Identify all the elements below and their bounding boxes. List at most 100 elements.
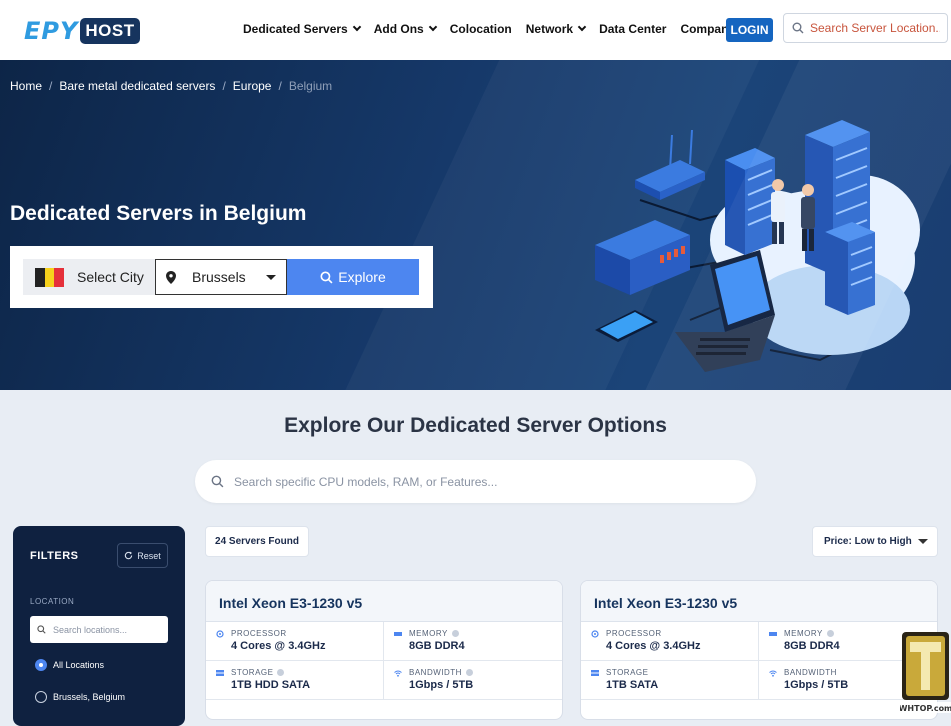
wifi-icon (394, 670, 402, 677)
nav-add-ons[interactable]: Add Ons (374, 22, 437, 36)
spec-label: BANDWIDTH (784, 668, 837, 677)
explore-button[interactable]: Explore (287, 259, 419, 295)
sort-dropdown[interactable]: Price: Low to High (812, 526, 938, 557)
breadcrumb-bare-metal[interactable]: Bare metal dedicated servers (59, 79, 215, 93)
nav-colocation[interactable]: Colocation (450, 22, 512, 36)
breadcrumb-separator: / (278, 79, 282, 93)
belgium-flag-icon (35, 267, 65, 287)
reset-label: Reset (137, 550, 161, 561)
server-search-box (195, 460, 756, 503)
radio-selected[interactable] (35, 659, 47, 671)
spec-bandwidth: BANDWIDTH 1Gbps / 5TB (384, 661, 562, 700)
location-option-label: All Locations (53, 660, 105, 670)
servers-found-count: 24 Servers Found (205, 526, 309, 557)
chevron-down-icon (352, 22, 361, 32)
info-icon[interactable] (277, 669, 285, 676)
info-icon[interactable] (826, 630, 834, 637)
filters-panel: FILTERS Reset LOCATION All Locations Bru… (13, 526, 185, 726)
nav-dedicated-servers[interactable]: Dedicated Servers (243, 22, 361, 36)
server-search-input[interactable] (234, 474, 714, 489)
nav-label: Network (525, 22, 574, 36)
search-icon (792, 22, 804, 34)
section-title: Explore Our Dedicated Server Options (284, 414, 667, 437)
cpu-icon (216, 629, 224, 638)
location-filter-label: LOCATION (30, 597, 75, 606)
login-button[interactable]: LOGIN (726, 18, 773, 42)
info-icon[interactable] (451, 630, 459, 637)
search-icon (37, 625, 46, 634)
spec-label: STORAGE (231, 668, 274, 677)
spec-label: PROCESSOR (606, 629, 662, 638)
caret-down-icon (266, 275, 276, 280)
server-card-title: Intel Xeon E3-1230 v5 (581, 581, 937, 622)
spec-processor: PROCESSOR 4 Cores @ 3.4GHz (206, 622, 384, 661)
logo-text-epy: EPY (24, 17, 79, 45)
epyhost-logo[interactable]: EPY HOST (24, 17, 140, 45)
nav-network[interactable]: Network (525, 22, 587, 36)
radio-unselected[interactable] (35, 691, 47, 703)
location-filter-search (30, 616, 168, 643)
logo-text-host: HOST (80, 18, 140, 44)
sort-dropdown-value: Price: Low to High (824, 536, 912, 547)
spec-memory: MEMORY 8GB DDR4 (384, 622, 562, 661)
location-option-brussels[interactable]: Brussels, Belgium (35, 691, 125, 703)
chevron-down-icon (428, 22, 437, 32)
spec-label: STORAGE (606, 668, 649, 677)
nav-data-center[interactable]: Data Center (599, 22, 666, 36)
spec-grid: PROCESSOR 4 Cores @ 3.4GHz MEMORY 8GB DD… (206, 622, 562, 700)
map-pin-icon (166, 270, 176, 284)
spec-label: BANDWIDTH (409, 668, 462, 677)
server-card[interactable]: Intel Xeon E3-1230 v5 PROCESSOR 4 Cores … (580, 580, 938, 720)
main-nav: Dedicated Servers Add Ons Colocation Net… (243, 22, 761, 36)
wifi-icon (769, 670, 777, 677)
info-icon[interactable] (465, 669, 473, 676)
caret-down-icon (918, 539, 928, 544)
nav-label: Colocation (449, 22, 512, 36)
city-dropdown-value: Brussels (192, 269, 246, 285)
location-option-label: Brussels, Belgium (53, 692, 126, 702)
flag-stripe (44, 267, 55, 287)
breadcrumb-current: Belgium (288, 79, 333, 93)
select-city-label-box: Select City (23, 259, 155, 295)
spec-value: 4 Cores @ 3.4GHz (606, 640, 701, 652)
breadcrumb-europe[interactable]: Europe (233, 79, 272, 93)
location-option-all[interactable]: All Locations (35, 659, 104, 671)
spec-value: 1Gbps / 5TB (409, 679, 474, 691)
refresh-icon (125, 551, 133, 560)
spec-grid: PROCESSOR 4 Cores @ 3.4GHz MEMORY 8GB DD… (581, 622, 937, 700)
reset-filters-button[interactable]: Reset (117, 543, 168, 568)
memory-icon (394, 631, 402, 636)
spec-label: MEMORY (409, 629, 448, 638)
breadcrumb: Home / Bare metal dedicated servers / Eu… (10, 79, 332, 93)
hero-banner: Home / Bare metal dedicated servers / Eu… (0, 60, 951, 390)
page-title: Dedicated Servers in Belgium (10, 202, 307, 225)
watermark-text: WHTOP.com (900, 704, 951, 713)
breadcrumb-home[interactable]: Home (10, 79, 42, 93)
breadcrumb-separator: / (222, 79, 226, 93)
flag-stripe (35, 267, 45, 287)
location-search-box (783, 13, 948, 43)
cpu-icon (591, 629, 599, 638)
city-dropdown[interactable]: Brussels (155, 259, 287, 295)
city-selector-panel: Select City Brussels Explore (10, 246, 433, 308)
spec-label: MEMORY (784, 629, 823, 638)
top-navigation-bar: EPY HOST Dedicated Servers Add Ons Coloc… (0, 0, 951, 60)
select-city-label: Select City (77, 269, 144, 285)
spec-label: PROCESSOR (231, 629, 287, 638)
location-search-input[interactable] (810, 21, 940, 35)
explore-button-label: Explore (338, 269, 386, 285)
breadcrumb-separator: / (49, 79, 53, 93)
server-card-title: Intel Xeon E3-1230 v5 (206, 581, 562, 622)
spec-value: 1TB SATA (606, 679, 659, 691)
whtop-watermark-logo: WHTOP.com (900, 632, 951, 713)
search-icon (211, 475, 224, 488)
storage-icon (591, 669, 599, 676)
spec-value: 1TB HDD SATA (231, 679, 311, 691)
location-filter-input[interactable] (53, 624, 153, 635)
spec-value: 8GB DDR4 (409, 640, 465, 652)
filters-title: FILTERS (30, 550, 79, 562)
server-card[interactable]: Intel Xeon E3-1230 v5 PROCESSOR 4 Cores … (205, 580, 563, 720)
nav-label: Data Center (599, 22, 667, 36)
memory-icon (769, 631, 777, 636)
datacenter-illustration (595, 120, 920, 372)
